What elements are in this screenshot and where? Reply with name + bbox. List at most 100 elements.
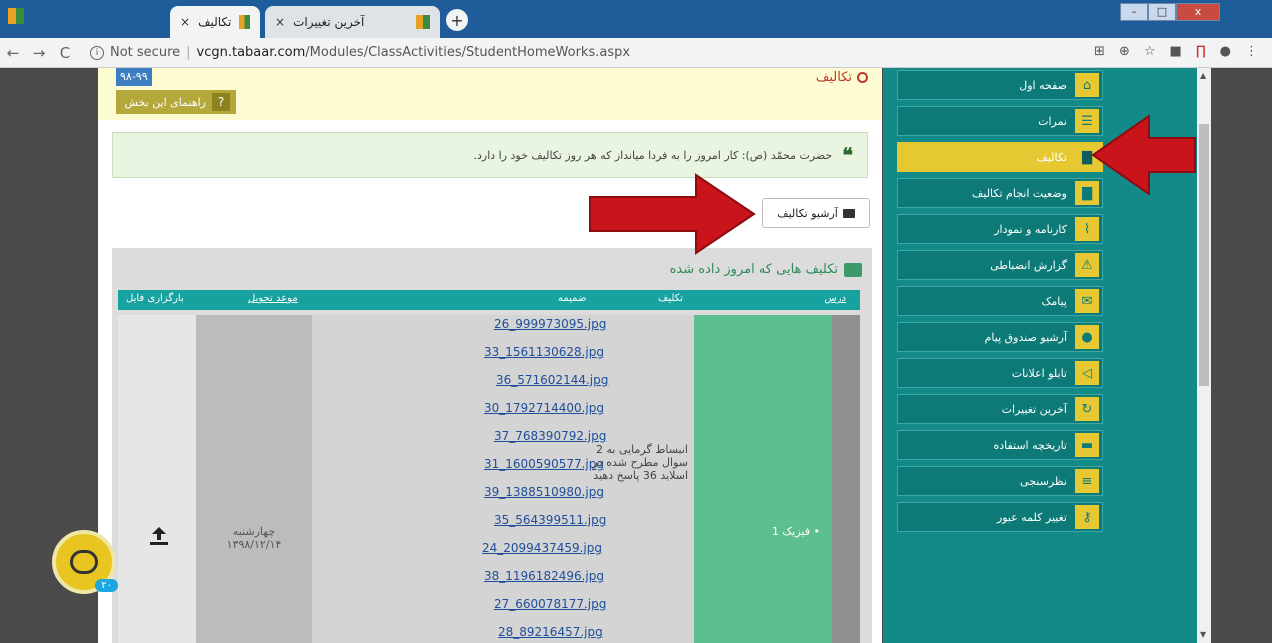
attachment-link[interactable]: 27_660078177.jpg <box>494 597 606 611</box>
sidebar-item-label: تکالیف <box>1036 150 1067 164</box>
book-icon <box>842 208 855 218</box>
home-icon: ⌂ <box>1075 73 1099 97</box>
scroll-down-icon[interactable]: ▼ <box>1200 630 1206 639</box>
zoom-icon[interactable]: ⊕ <box>1119 44 1130 59</box>
menu-icon[interactable]: ⋮ <box>1245 44 1258 59</box>
security-label: Not secure <box>110 45 181 60</box>
scrollbar-thumb[interactable] <box>1199 124 1209 386</box>
maximize-button[interactable]: □ <box>1148 3 1176 21</box>
url-field[interactable]: i Not secure | vcgn.tabaar.com /Modules/… <box>90 45 630 60</box>
due-cell: چهارشنبه ۱۳۹۸/۱۲/۱۴ <box>196 315 312 643</box>
tab-last-changes[interactable]: × آخرین تغییرات <box>265 6 440 38</box>
chat-button[interactable]: ۲۰ <box>52 530 118 594</box>
attachment-link[interactable]: 31_1600590577.jpg <box>484 457 604 471</box>
sidebar-item-sms[interactable]: ✉ پیامک <box>897 286 1103 316</box>
url-path: /Modules/ClassActivities/StudentHomeWork… <box>305 45 631 60</box>
attachment-link[interactable]: 36_571602144.jpg <box>496 373 608 387</box>
chat-badge: ۲۰ <box>95 579 118 592</box>
attachment-link[interactable]: 28_89216457.jpg <box>498 625 603 639</box>
help-button[interactable]: راهنمای این بخش ? <box>116 90 236 114</box>
lesson-cell: • فیزیک 1 <box>694 315 832 643</box>
attachment-link[interactable]: 24_2099437459.jpg <box>482 541 602 555</box>
col-lesson-header[interactable]: درس <box>825 293 847 304</box>
minimize-button[interactable]: – <box>1120 3 1148 21</box>
sidebar-item-usage-history[interactable]: ▬ تاریخچه استفاده <box>897 430 1103 460</box>
translate-icon[interactable]: ⊞ <box>1094 44 1105 59</box>
sidebar-item-homework-status[interactable]: ▇ وضعیت انجام تکالیف <box>897 178 1103 208</box>
sidebar-item-label: کارنامه و نمودار <box>994 222 1067 236</box>
sidebar-item-bulletin[interactable]: ◁ تابلو اعلانات <box>897 358 1103 388</box>
close-icon[interactable]: × <box>275 15 285 29</box>
col-assignment-header: تکلیف <box>658 293 683 304</box>
info-icon[interactable]: i <box>90 45 104 60</box>
col-due-header[interactable]: موعد تحویل <box>248 293 298 304</box>
upload-icon[interactable] <box>150 527 168 547</box>
poll-icon: ≡ <box>1075 469 1099 493</box>
attachment-link[interactable]: 37_768390792.jpg <box>494 429 606 443</box>
attachment-link[interactable]: 39_1388510980.jpg <box>484 485 604 499</box>
page-scrollbar[interactable]: ▲ ▼ <box>1197 68 1211 643</box>
envelope-icon: ✉ <box>1075 289 1099 313</box>
due-date: چهارشنبه ۱۳۹۸/۱۲/۱۴ <box>226 525 282 551</box>
refresh-icon: ↻ <box>1075 397 1099 421</box>
quote-text: حضرت محمّد (ص): کار امروز را به فردا میا… <box>473 148 833 162</box>
chart-icon: ⌇ <box>1075 217 1099 241</box>
sidebar-item-report-card[interactable]: ⌇ کارنامه و نمودار <box>897 214 1103 244</box>
close-window-button[interactable]: x <box>1176 3 1220 21</box>
page-viewport: ۹۸-۹۹ راهنمای این بخش ? تکالیف ❝ حضرت مح… <box>0 68 1272 643</box>
tab-label: تکالیف <box>198 15 232 29</box>
quote-icon: ❝ <box>842 143 853 167</box>
address-bar-row: ← → C i Not secure | vcgn.tabaar.com /Mo… <box>0 38 1272 68</box>
homework-title-text: تکلیف هایی که امروز داده شده <box>669 262 838 277</box>
sidebar-item-label: تغییر کلمه عبور <box>996 510 1067 524</box>
scroll-up-icon[interactable]: ▲ <box>1200 71 1206 80</box>
warning-icon: ⚠ <box>1075 253 1099 277</box>
sidebar: ⌂ صفحه اول ☰ نمرات ▇ تکالیف ▇ وضعیت انجا… <box>883 68 1197 643</box>
favicon-icon <box>416 15 430 29</box>
archive-label: آرشیو تکالیف <box>777 206 838 220</box>
header-strip: ۹۸-۹۹ راهنمای این بخش ? تکالیف <box>98 68 882 120</box>
chat-icon: ● <box>1075 325 1099 349</box>
attachment-link[interactable]: 38_1196182496.jpg <box>484 569 604 583</box>
sidebar-item-discipline[interactable]: ⚠ گزارش انضباطی <box>897 250 1103 280</box>
red-arrow-pointer <box>589 173 756 255</box>
homework-archive-button[interactable]: آرشیو تکالیف <box>762 198 870 228</box>
back-icon[interactable]: ← <box>0 44 26 62</box>
attachment-link[interactable]: 26_999973095.jpg <box>494 317 606 331</box>
row-marker <box>832 315 860 643</box>
sidebar-item-label: نمرات <box>1038 114 1067 128</box>
profile-icon[interactable]: ● <box>1220 44 1231 59</box>
chat-icon <box>70 550 98 574</box>
sidebar-item-inbox-archive[interactable]: ● آرشیو صندوق پیام <box>897 322 1103 352</box>
red-arrow-pointer <box>1091 114 1196 196</box>
sidebar-item-latest-changes[interactable]: ↻ آخرین تغییرات <box>897 394 1103 424</box>
window-controls: – □ x <box>1120 3 1220 21</box>
key-icon: ⚷ <box>1075 505 1099 529</box>
sidebar-item-home[interactable]: ⌂ صفحه اول <box>897 70 1103 100</box>
browser-tab-bar: × تکالیف × آخرین تغییرات + – □ x <box>0 0 1272 38</box>
attachment-link[interactable]: 30_1792714400.jpg <box>484 401 604 415</box>
extension-icon[interactable]: ■ <box>1170 44 1182 59</box>
forward-icon[interactable]: → <box>26 44 52 62</box>
tab-label: آخرین تغییرات <box>293 15 365 29</box>
main-content: ۹۸-۹۹ راهنمای این بخش ? تکالیف ❝ حضرت مح… <box>98 68 882 643</box>
reload-icon[interactable]: C <box>52 44 78 62</box>
extension-icon[interactable]: ∏ <box>1196 44 1206 59</box>
new-tab-button[interactable]: + <box>446 9 468 31</box>
sidebar-item-label: آرشیو صندوق پیام <box>984 330 1067 344</box>
assignment-text: انبساط گرمایی به 2 سوال مطرح شده در اسلا… <box>592 443 689 482</box>
homework-title: تکلیف هایی که امروز داده شده <box>670 262 862 277</box>
sidebar-item-grades[interactable]: ☰ نمرات <box>897 106 1103 136</box>
attachment-link[interactable]: 33_1561130628.jpg <box>484 345 604 359</box>
sidebar-item-change-password[interactable]: ⚷ تغییر کلمه عبور <box>897 502 1103 532</box>
sidebar-item-homework[interactable]: ▇ تکالیف <box>897 142 1103 172</box>
toolbar-icons: ⊞ ⊕ ☆ ■ ∏ ● ⋮ <box>1094 44 1258 59</box>
bookmark-star-icon[interactable]: ☆ <box>1144 44 1156 59</box>
year-badge[interactable]: ۹۸-۹۹ <box>116 68 152 86</box>
tab-homework[interactable]: × تکالیف <box>170 6 260 38</box>
attachment-link[interactable]: 35_564399511.jpg <box>494 513 606 527</box>
sidebar-item-poll[interactable]: ≡ نظرسنجی <box>897 466 1103 496</box>
favicon-icon <box>239 15 250 29</box>
url-host: vcgn.tabaar.com <box>196 45 306 60</box>
close-icon[interactable]: × <box>180 15 190 29</box>
